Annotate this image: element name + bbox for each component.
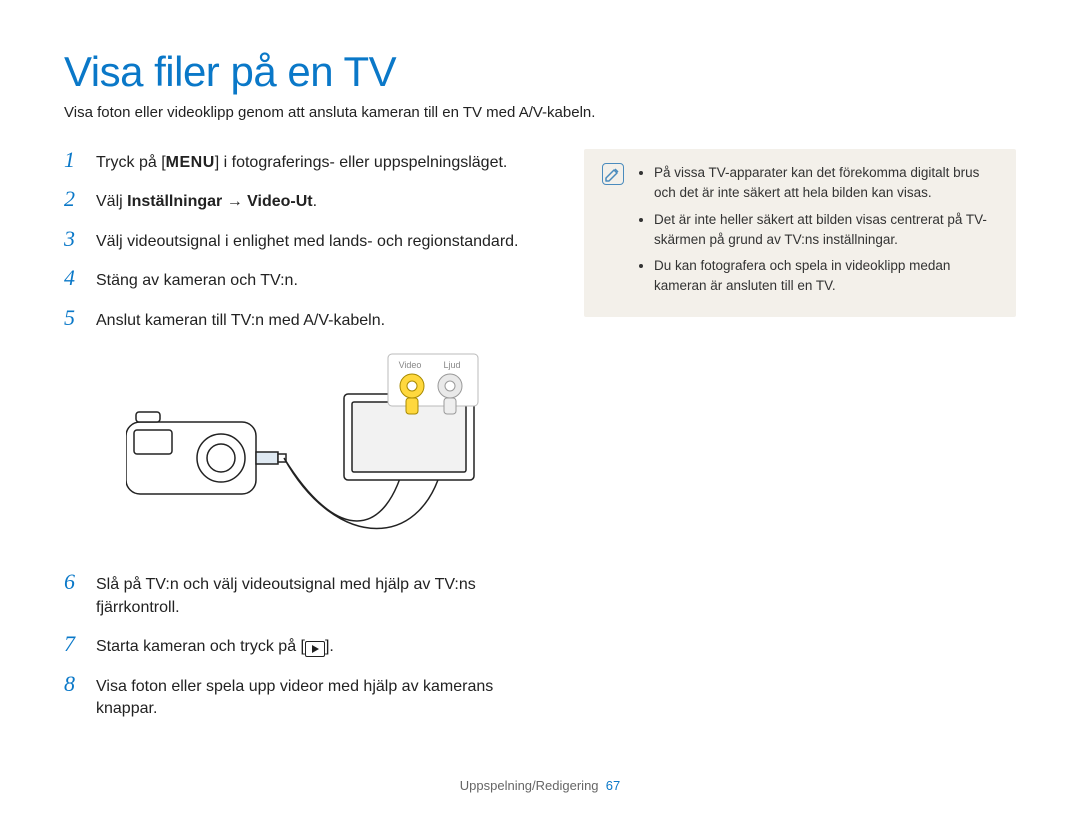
step-number: 6 — [64, 571, 82, 593]
step-text: Visa foton eller spela upp videor med hj… — [96, 676, 544, 721]
rca-plug-white-icon — [444, 398, 456, 414]
step-4: 4 Stäng av kameran och TV:n. — [64, 267, 544, 292]
step-6: 6 Slå på TV:n och välj videoutsignal med… — [64, 571, 544, 619]
step-number: 5 — [64, 307, 82, 329]
note-item: Det är inte heller säkert att bilden vis… — [654, 210, 998, 251]
step-number: 3 — [64, 228, 82, 250]
step-5: 5 Anslut kameran till TV:n med A/V-kabel… — [64, 307, 544, 332]
step-text-bold: Inställningar → Video-Ut — [127, 193, 313, 210]
step-text: Anslut kameran till TV:n med A/V-kabeln. — [96, 310, 385, 332]
diagram-item: Video Ljud — [64, 346, 544, 561]
note-list: På vissa TV-apparater kan det förekomma … — [638, 163, 998, 303]
step-list: 1 Tryck på [MENU] i fotograferings- elle… — [64, 149, 544, 720]
left-column: 1 Tryck på [MENU] i fotograferings- elle… — [64, 149, 544, 734]
audio-label: Ljud — [443, 360, 460, 370]
step-text: Välj Inställningar → Video-Ut. — [96, 191, 317, 213]
step-text-post: ]. — [325, 638, 334, 655]
page-title: Visa filer på en TV — [64, 48, 1016, 96]
right-column: På vissa TV-apparater kan det förekomma … — [584, 149, 1016, 734]
video-label: Video — [399, 360, 422, 370]
camera-icon — [126, 412, 256, 494]
step-number: 8 — [64, 673, 82, 695]
usb-plug-icon — [256, 452, 286, 464]
menu-key-label: MENU — [166, 152, 215, 174]
rca-plug-yellow-icon — [406, 398, 418, 414]
note-item: Du kan fotografera och spela in videokli… — [654, 256, 998, 297]
connection-diagram: Video Ljud — [126, 352, 486, 549]
step-8: 8 Visa foton eller spela upp videor med … — [64, 673, 544, 721]
step-text: Starta kameran och tryck på []. — [96, 636, 334, 658]
step-text: Välj videoutsignal i enlighet med lands-… — [96, 231, 518, 253]
step-3: 3 Välj videoutsignal i enlighet med land… — [64, 228, 544, 253]
note-item: På vissa TV-apparater kan det förekomma … — [654, 163, 998, 204]
step-number: 1 — [64, 149, 82, 171]
step-1: 1 Tryck på [MENU] i fotograferings- elle… — [64, 149, 544, 174]
step-text-pre: Välj — [96, 193, 127, 210]
step-text-pre: Tryck på [ — [96, 154, 166, 171]
page-subtitle: Visa foton eller videoklipp genom att an… — [64, 104, 1016, 121]
rca-panel: Video Ljud — [388, 354, 478, 406]
step-number: 4 — [64, 267, 82, 289]
footer-page-number: 67 — [606, 778, 620, 793]
note-icon — [602, 163, 624, 185]
playback-icon — [305, 641, 325, 657]
step-text-pre: Starta kameran och tryck på [ — [96, 638, 305, 655]
note-box: På vissa TV-apparater kan det förekomma … — [584, 149, 1016, 317]
step-number: 2 — [64, 188, 82, 210]
step-text-post: . — [313, 193, 317, 210]
step-number: 7 — [64, 633, 82, 655]
step-text: Stäng av kameran och TV:n. — [96, 270, 298, 292]
step-7: 7 Starta kameran och tryck på []. — [64, 633, 544, 658]
step-text-post: ] i fotograferings- eller uppspelningslä… — [215, 154, 508, 171]
page-footer: Uppspelning/Redigering 67 — [0, 778, 1080, 793]
step-text: Slå på TV:n och välj videoutsignal med h… — [96, 574, 544, 619]
step-text: Tryck på [MENU] i fotograferings- eller … — [96, 152, 507, 174]
step-2: 2 Välj Inställningar → Video-Ut. — [64, 188, 544, 213]
footer-section: Uppspelning/Redigering — [460, 778, 599, 793]
